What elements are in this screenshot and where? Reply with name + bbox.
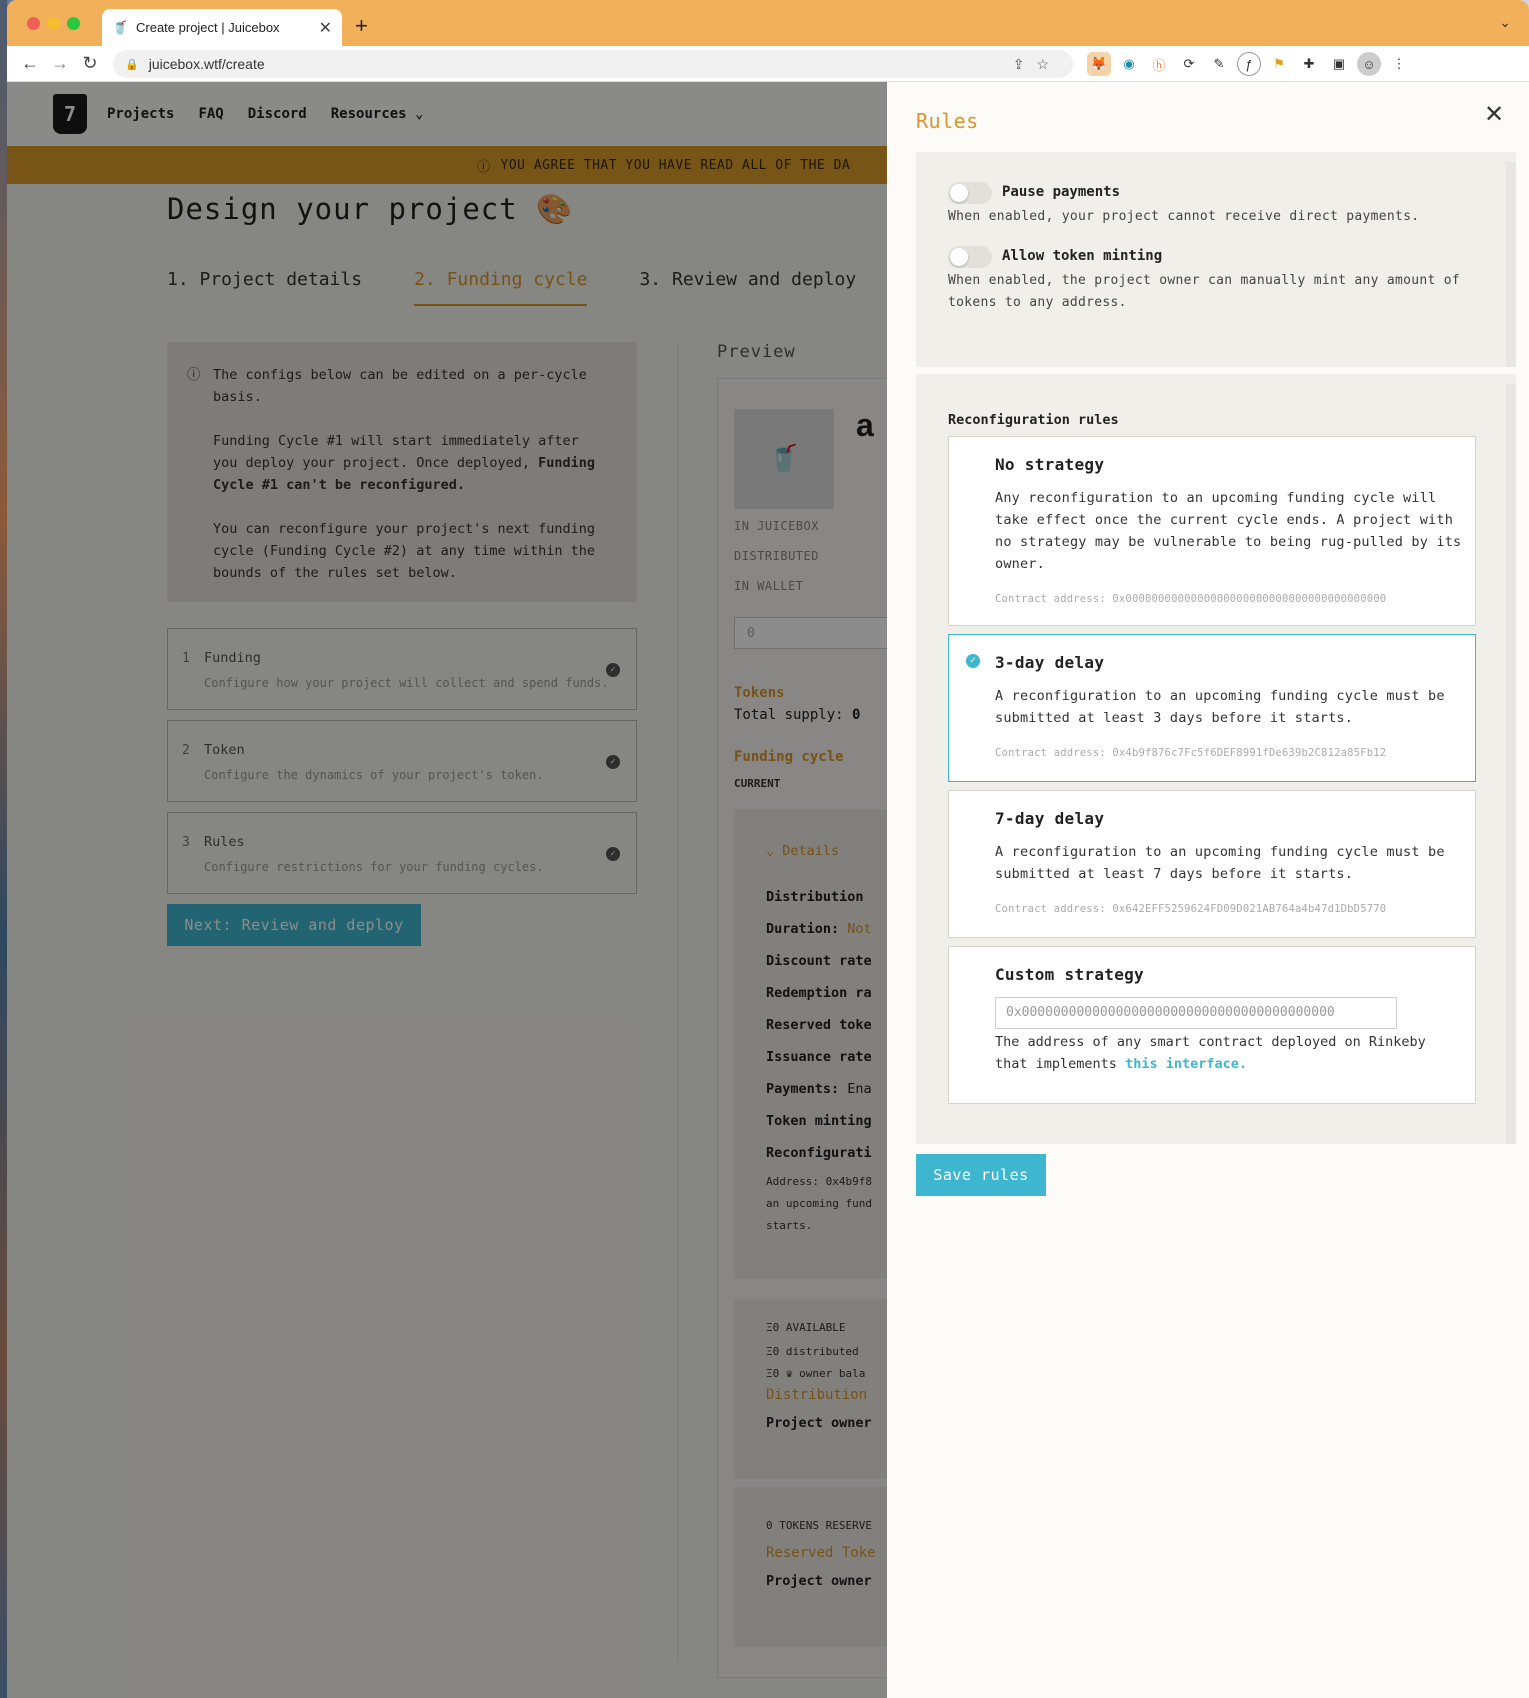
reload-icon[interactable]: ↻ bbox=[75, 49, 105, 79]
tab-search-chevron-icon[interactable]: ⌄ bbox=[1499, 14, 1511, 31]
lock-icon: 🔒 bbox=[125, 58, 139, 71]
browser-titlebar: 🥤 Create project | Juicebox ✕ + ⌄ bbox=[7, 0, 1529, 46]
juicebox-favicon-icon: 🥤 bbox=[112, 19, 129, 35]
strategy-address: Contract address: 0x642EFF5259624FD09D02… bbox=[995, 903, 1387, 915]
pause-payments-toggle[interactable] bbox=[948, 182, 992, 204]
address-bar[interactable]: 🔒 juicebox.wtf/create ⇪☆ bbox=[113, 50, 1073, 78]
strategy-address: Contract address: 0x00000000000000000000… bbox=[995, 593, 1387, 605]
back-arrow-icon[interactable]: ← bbox=[15, 49, 45, 79]
desktop-background-left bbox=[0, 0, 7, 1698]
tab-close-icon[interactable]: ✕ bbox=[319, 18, 332, 38]
drawer-title: Rules bbox=[916, 109, 979, 133]
url-text: juicebox.wtf/create bbox=[148, 56, 265, 72]
panel-edge bbox=[1506, 162, 1516, 367]
strategy-option-3-day[interactable]: ✓ 3-day delay A reconfiguration to an up… bbox=[948, 634, 1476, 782]
custom-strategy-desc: The address of any smart contract deploy… bbox=[995, 1031, 1465, 1075]
allow-token-minting-desc: When enabled, the project owner can manu… bbox=[948, 273, 1460, 310]
browser-toolbar: ← → ↻ 🔒 juicebox.wtf/create ⇪☆ 🦊 ◉ ⓗ ⟳ ✎… bbox=[7, 46, 1529, 82]
minimize-window-button[interactable] bbox=[47, 17, 60, 30]
extension-circle-icon[interactable]: ◉ bbox=[1117, 52, 1141, 76]
metamask-extension-icon[interactable]: 🦊 bbox=[1087, 52, 1111, 76]
strategy-title: 7-day delay bbox=[995, 809, 1105, 828]
allow-token-minting-toggle[interactable] bbox=[948, 246, 992, 268]
browser-menu-icon[interactable]: ⋮ bbox=[1387, 52, 1411, 76]
strategy-option-7-day[interactable]: 7-day delay A reconfiguration to an upco… bbox=[948, 790, 1476, 938]
save-rules-button[interactable]: Save rules bbox=[916, 1154, 1046, 1196]
strategy-description: Any reconfiguration to an upcoming fundi… bbox=[995, 490, 1462, 572]
rules-drawer: Rules ✕ Pause payments When enabled, you… bbox=[887, 82, 1529, 1698]
strategy-description: A reconfiguration to an upcoming funding… bbox=[995, 688, 1445, 726]
panel-edge bbox=[1506, 384, 1516, 1144]
strategy-address: Contract address: 0x4b9f876c7Fc5f6DEF899… bbox=[995, 747, 1387, 759]
extension-h-icon[interactable]: ⓗ bbox=[1147, 52, 1171, 76]
extension-tag-icon[interactable]: ⚑ bbox=[1267, 52, 1291, 76]
new-tab-button[interactable]: + bbox=[355, 13, 368, 39]
pause-payments-label: Pause payments bbox=[1002, 184, 1121, 200]
browser-tab[interactable]: 🥤 Create project | Juicebox ✕ bbox=[102, 9, 342, 46]
extension-function-icon[interactable]: ƒ bbox=[1237, 52, 1261, 76]
close-icon[interactable]: ✕ bbox=[1484, 100, 1504, 129]
extensions-puzzle-icon[interactable]: ✚ bbox=[1297, 52, 1321, 76]
extension-dropper-icon[interactable]: ✎ bbox=[1207, 52, 1231, 76]
strategy-description: A reconfiguration to an upcoming funding… bbox=[995, 844, 1445, 882]
extension-sync-icon[interactable]: ⟳ bbox=[1177, 52, 1201, 76]
reconfiguration-rules-label: Reconfiguration rules bbox=[948, 412, 1119, 428]
strategy-title: Custom strategy bbox=[995, 965, 1144, 984]
tab-title: Create project | Juicebox bbox=[136, 20, 280, 35]
profile-avatar-icon[interactable]: ☺ bbox=[1357, 52, 1381, 76]
extensions-bar: 🦊 ◉ ⓗ ⟳ ✎ ƒ ⚑ ✚ ▣ ☺ ⋮ bbox=[1087, 50, 1411, 78]
selected-check-icon: ✓ bbox=[966, 654, 980, 668]
browser-window: 🥤 Create project | Juicebox ✕ + ⌄ ← → ↻ … bbox=[7, 0, 1529, 1698]
custom-strategy-input[interactable]: 0x00000000000000000000000000000000000000… bbox=[995, 997, 1397, 1029]
toggles-panel: Pause payments When enabled, your projec… bbox=[916, 152, 1516, 367]
forward-arrow-icon[interactable]: → bbox=[45, 49, 75, 79]
close-window-button[interactable] bbox=[27, 17, 40, 30]
pause-payments-desc: When enabled, your project cannot receiv… bbox=[948, 209, 1420, 224]
interface-link[interactable]: this interface. bbox=[1125, 1056, 1247, 1072]
strategy-title: 3-day delay bbox=[995, 653, 1105, 672]
share-and-bookmark-icons[interactable]: ⇪☆ bbox=[1013, 56, 1061, 73]
allow-token-minting-label: Allow token minting bbox=[1002, 248, 1163, 264]
side-panel-icon[interactable]: ▣ bbox=[1327, 52, 1351, 76]
strategy-option-custom[interactable]: Custom strategy 0x0000000000000000000000… bbox=[948, 946, 1476, 1104]
strategy-title: No strategy bbox=[995, 455, 1105, 474]
maximize-window-button[interactable] bbox=[67, 17, 80, 30]
reconfiguration-panel: Reconfiguration rules No strategy Any re… bbox=[916, 374, 1516, 1144]
strategy-option-none[interactable]: No strategy Any reconfiguration to an up… bbox=[948, 436, 1476, 626]
